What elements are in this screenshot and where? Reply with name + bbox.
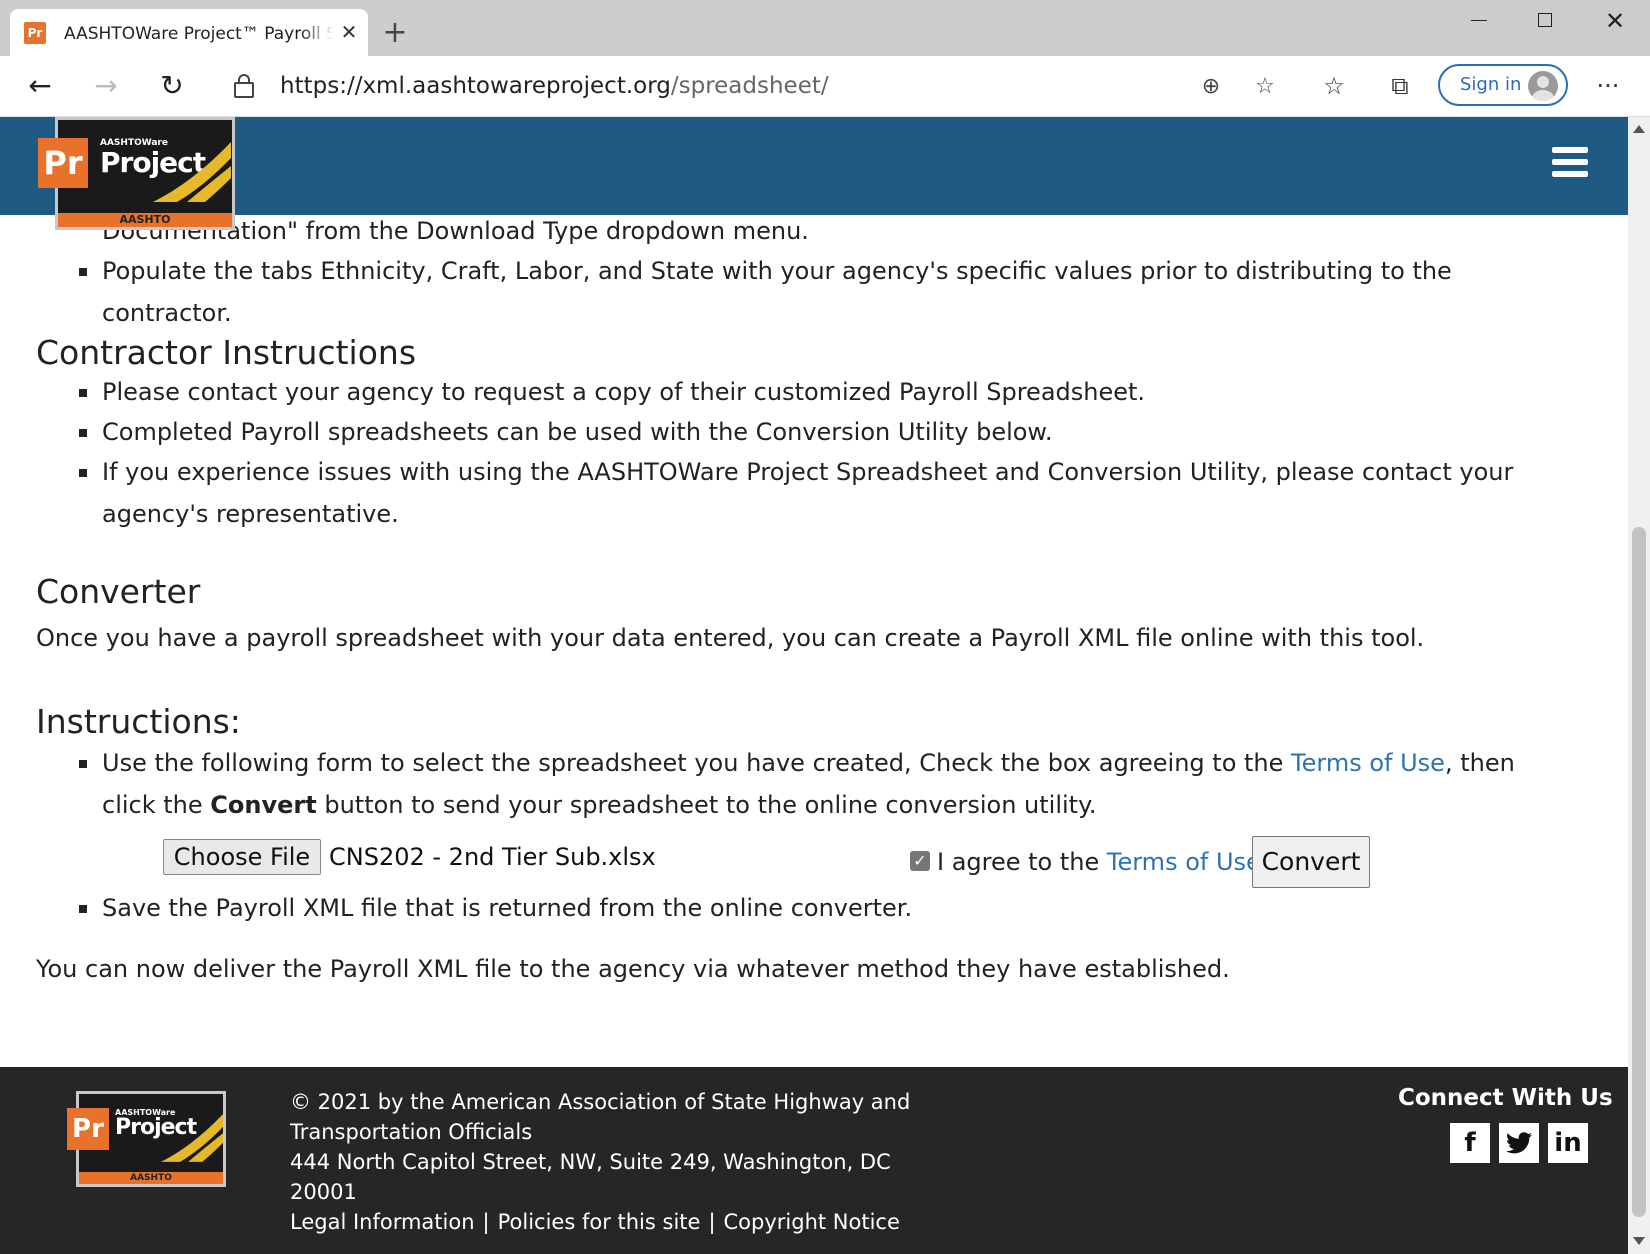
avatar	[1528, 71, 1558, 101]
window-close-icon[interactable]: ✕	[1592, 6, 1638, 36]
site-logo[interactable]: Pr AASHTOWare Project AASHTO	[38, 117, 235, 230]
logo-band: AASHTO	[58, 213, 232, 227]
footer-links: Legal Information | Policies for this site…	[290, 1207, 910, 1237]
legal-information-link[interactable]: Legal Information	[290, 1210, 475, 1234]
browser-tab[interactable]: Pr AASHTOWare Project™ Payroll Spreadshe…	[10, 9, 368, 56]
tab-title-fade	[300, 19, 334, 47]
footer-separator: |	[708, 1210, 716, 1234]
instructions-bullet-2: Save the Payroll XML file that is return…	[102, 894, 913, 922]
scroll-down-icon[interactable]	[1633, 1237, 1645, 1245]
address-line-1: 444 North Capitol Street, NW, Suite 249,…	[290, 1150, 891, 1174]
back-icon[interactable]: ←	[20, 66, 60, 106]
reload-icon[interactable]: ↻	[152, 66, 192, 106]
choose-file-button[interactable]: Choose File	[163, 839, 321, 875]
tab-close-icon[interactable]: ✕	[336, 19, 362, 45]
agree-terms-link[interactable]: Terms of Use	[1107, 848, 1261, 876]
sign-in-label: Sign in	[1460, 74, 1522, 95]
collections-icon[interactable]: ⧉	[1382, 68, 1418, 104]
add-favorite-icon[interactable]: ☆	[1248, 70, 1282, 104]
instr-text-pre: Use the following form to select the spr…	[102, 749, 1292, 777]
contractor-heading: Contractor Instructions	[36, 333, 417, 372]
more-icon[interactable]: ···	[1590, 68, 1626, 104]
sign-in-button[interactable]: Sign in	[1438, 64, 1568, 106]
zoom-icon[interactable]: ⊕	[1194, 70, 1228, 104]
browser-toolbar: ← → ↻ https://xml.aashtowareproject.org/…	[0, 56, 1650, 117]
site-header	[0, 117, 1628, 215]
policies-link[interactable]: Policies for this site	[498, 1210, 701, 1234]
copyright-line-2: Transportation Officials	[290, 1120, 533, 1144]
converter-text: Once you have a payroll spreadsheet with…	[36, 624, 1425, 652]
contractor-bullet-3: If you experience issues with using the …	[102, 458, 1514, 528]
footer-logo: Pr AASHTOWare Project AASHTO	[67, 1091, 226, 1187]
instr-convert-bold: Convert	[210, 791, 317, 819]
terms-of-use-link[interactable]: Terms of Use	[1291, 749, 1445, 777]
populate-bullet-text: Populate the tabs Ethnicity, Craft, Labo…	[102, 257, 1452, 327]
logo-road-graphic	[153, 142, 231, 202]
site-footer: Pr AASHTOWare Project AASHTO © 2021 by t…	[0, 1067, 1628, 1254]
window-maximize-icon[interactable]	[1522, 6, 1568, 36]
footer-logo-band: AASHTO	[79, 1172, 223, 1184]
hamburger-icon[interactable]	[1552, 147, 1588, 181]
copyright-notice-link[interactable]: Copyright Notice	[724, 1210, 900, 1234]
page-scrollbar[interactable]	[1628, 117, 1650, 1254]
url-host: https://xml.aashtowareproject.org	[280, 73, 671, 99]
address-bar[interactable]: https://xml.aashtowareproject.org/spread…	[212, 64, 1275, 108]
footer-logo-pr: Pr	[67, 1108, 109, 1150]
selected-file-name: CNS202 - 2nd Tier Sub.xlsx	[329, 843, 656, 871]
url-path: /spreadsheet/	[670, 73, 829, 99]
lock-icon[interactable]	[234, 74, 254, 98]
agree-label: I agree to the Terms of Use	[937, 844, 1261, 880]
address-line-2: 20001	[290, 1180, 357, 1204]
page-viewport: Documentation" from the Download Type dr…	[0, 117, 1628, 1254]
closing-text: You can now deliver the Payroll XML file…	[36, 955, 1230, 983]
footer-text: © 2021 by the American Association of St…	[290, 1087, 910, 1237]
instr-text-post: button to send your spreadsheet to the o…	[316, 791, 1097, 819]
copyright-line-1: © 2021 by the American Association of St…	[290, 1090, 911, 1114]
converter-heading: Converter	[36, 572, 201, 611]
scroll-thumb[interactable]	[1632, 527, 1646, 1217]
contractor-bullet-1: Please contact your agency to request a …	[102, 378, 1146, 406]
footer-separator: |	[482, 1210, 490, 1234]
twitter-icon[interactable]	[1499, 1123, 1539, 1163]
footer-logo-road-graphic	[161, 1114, 223, 1162]
contractor-bullet-2: Completed Payroll spreadsheets can be us…	[102, 418, 1053, 446]
logo-pr: Pr	[38, 138, 88, 188]
connect-heading: Connect With Us	[1398, 1085, 1613, 1111]
window-minimize-icon[interactable]	[1456, 6, 1502, 36]
linkedin-icon[interactable]: in	[1548, 1123, 1588, 1163]
favorites-icon[interactable]: ☆	[1316, 68, 1352, 104]
agree-checkbox[interactable]: ✓	[910, 851, 930, 871]
agree-text: I agree to the	[937, 848, 1107, 876]
tab-favicon-icon: Pr	[24, 22, 46, 44]
instructions-heading: Instructions:	[36, 702, 241, 741]
facebook-icon[interactable]: f	[1450, 1123, 1490, 1163]
instructions-bullet-1: Use the following form to select the spr…	[102, 742, 1562, 826]
browser-tab-strip: Pr AASHTOWare Project™ Payroll Spreadshe…	[0, 0, 1650, 56]
forward-icon[interactable]: →	[86, 66, 126, 106]
scroll-up-icon[interactable]	[1633, 125, 1645, 133]
tab-title: AASHTOWare Project™ Payroll Spreadsheet	[64, 24, 332, 44]
convert-button[interactable]: Convert	[1252, 836, 1370, 888]
new-tab-icon[interactable]: +	[380, 18, 410, 48]
url-text[interactable]: https://xml.aashtowareproject.org/spread…	[280, 73, 829, 99]
